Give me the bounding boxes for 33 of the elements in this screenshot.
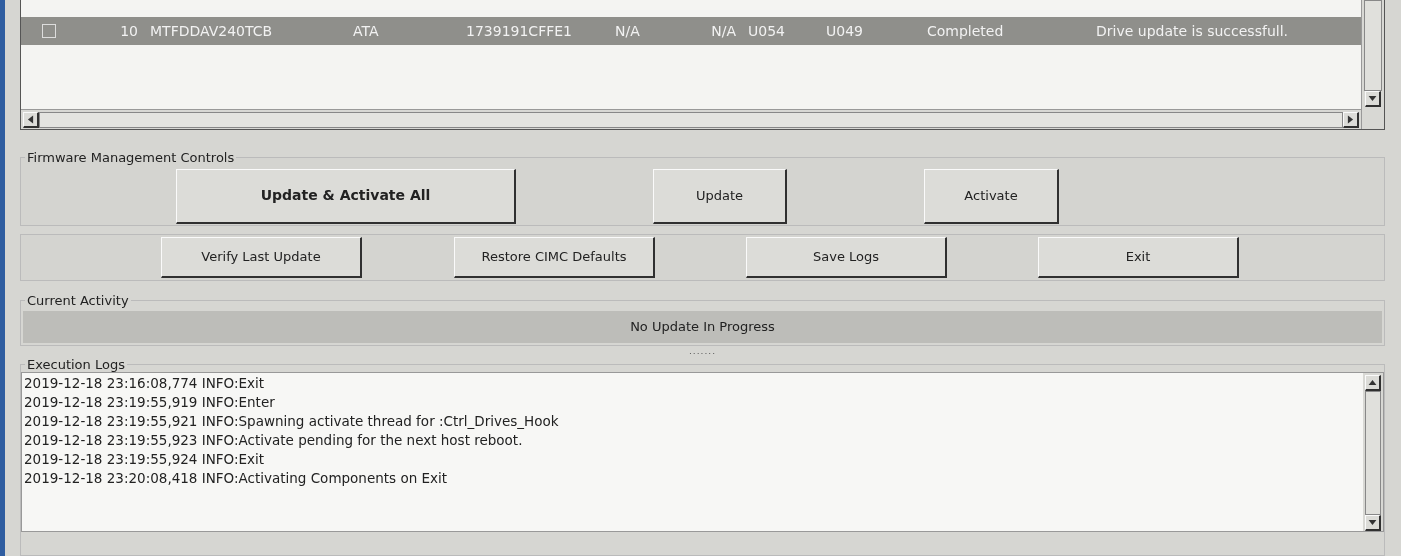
- table-cell-text: 10: [119, 21, 139, 41]
- log-line: 2019-12-18 23:20:08,418 INFO:Activating Components on Exit: [24, 468, 449, 488]
- row-checkbox[interactable]: [41, 24, 56, 38]
- table-cell-text: 1739191CFFE1: [466, 21, 573, 41]
- action-button[interactable]: Save Logs: [746, 237, 947, 278]
- splitter-handle[interactable]: .......: [689, 347, 716, 356]
- action-button[interactable]: Verify Last Update: [161, 237, 362, 278]
- log-line: 2019-12-18 23:19:55,921 INFO:Spawning activate thread for :Ctrl_Drives_Hook: [24, 411, 560, 431]
- table-cell-text: N/A: [710, 21, 737, 41]
- action-button[interactable]: Activate: [924, 168, 1059, 224]
- table-cell-text: U049: [826, 21, 864, 41]
- scroll-left-button[interactable]: [23, 111, 39, 128]
- action-button[interactable]: Exit: [1038, 237, 1239, 278]
- table-cell-text: N/A: [615, 21, 641, 41]
- activity-status: No Update In Progress: [23, 310, 1382, 343]
- action-button[interactable]: Restore CIMC Defaults: [454, 237, 655, 278]
- log-line: 2019-12-18 23:19:55,923 INFO:Activate pending for the next host reboot.: [24, 430, 524, 450]
- table-cell-text: MTFDDAV240TCB: [149, 21, 274, 41]
- scroll-down-button[interactable]: [1365, 91, 1381, 107]
- table-cell-text: Drive update is successfull.: [1096, 21, 1289, 41]
- log-line: 2019-12-18 23:19:55,924 INFO:Exit: [24, 449, 266, 469]
- group-title: Firmware Management Controls: [26, 149, 236, 167]
- table-cell-text: ATA: [353, 21, 380, 41]
- log-line: 2019-12-18 23:19:55,919 INFO:Enter: [24, 392, 276, 412]
- action-button[interactable]: Update & Activate All: [176, 168, 516, 224]
- table-cell-text: U054: [748, 21, 786, 41]
- group-title: Current Activity: [26, 292, 130, 310]
- log-line: 2019-12-18 23:16:08,774 INFO:Exit: [24, 373, 266, 393]
- action-button[interactable]: Update: [653, 168, 787, 224]
- scroll-right-button[interactable]: [1343, 111, 1359, 128]
- scroll-up-button[interactable]: [1365, 374, 1381, 391]
- table-cell-text: Completed: [927, 21, 1005, 41]
- group-title: Execution Logs: [26, 357, 126, 372]
